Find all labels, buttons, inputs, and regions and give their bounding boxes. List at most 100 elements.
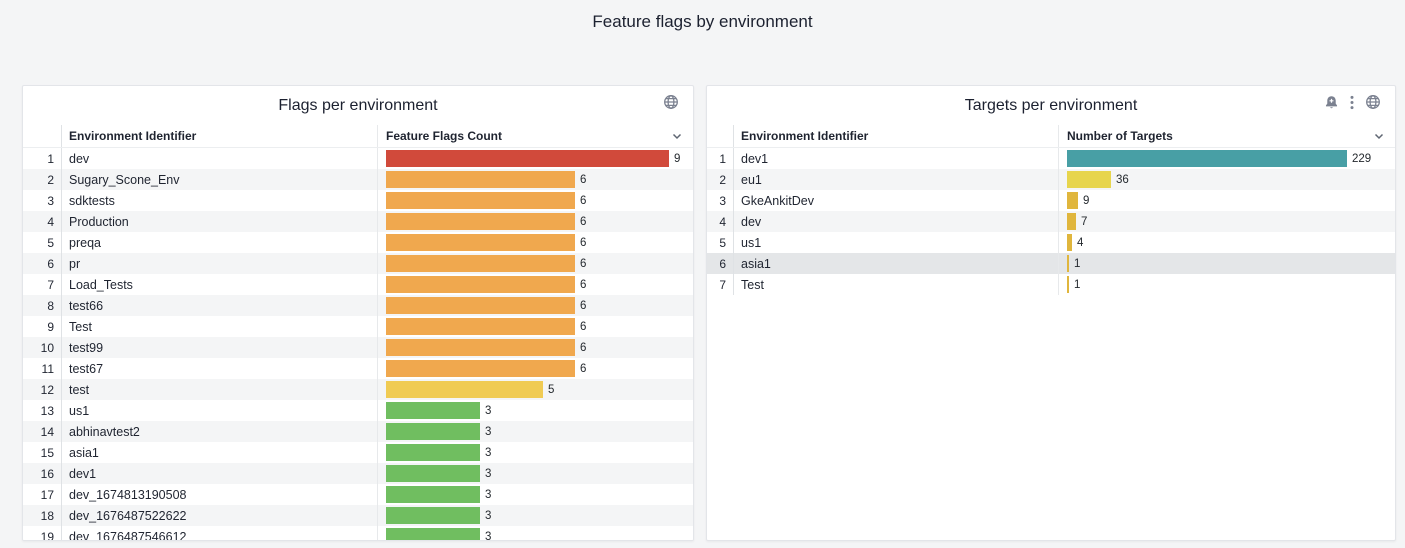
row-index: 9 [23,316,62,337]
row-index: 5 [707,232,734,253]
value-bar [1067,255,1069,272]
environment-name: dev [62,148,378,169]
bar-cell: 6 [378,358,693,379]
value-bar [386,318,575,335]
value-bar [386,339,575,356]
table-row: 2 eu1 36 [707,169,1395,190]
row-index: 6 [707,253,734,274]
globe-icon[interactable] [1365,94,1381,110]
bell-plus-icon[interactable] [1324,95,1339,110]
row-index: 19 [23,526,62,541]
bar-cell: 6 [378,169,693,190]
row-index: 2 [23,169,62,190]
environment-name: test99 [62,337,378,358]
chevron-down-icon[interactable] [671,130,683,145]
table-body: 1 dev 9 2 Sugary_Scone_Env 6 3 sdktests … [23,148,693,541]
value-bar [386,234,575,251]
row-index-header [707,125,734,147]
table-row: 13 us1 3 [23,400,693,421]
value-bar [1067,213,1076,230]
bar-value-label: 229 [1352,153,1371,165]
bar-cell: 3 [378,505,693,526]
row-index: 18 [23,505,62,526]
bar-value-label: 3 [485,531,491,542]
row-index: 6 [23,253,62,274]
table-row: 10 test99 6 [23,337,693,358]
table-header: Environment Identifier Number of Targets [707,125,1395,148]
value-bar [386,402,480,419]
row-index: 3 [23,190,62,211]
bar-value-label: 6 [580,174,586,186]
environment-name: Load_Tests [62,274,378,295]
value-bar [1067,234,1072,251]
row-index: 12 [23,379,62,400]
value-bar [1067,171,1111,188]
environment-name: us1 [734,232,1059,253]
value-bar [386,150,669,167]
bar-cell: 4 [1059,232,1395,253]
bar-cell: 3 [378,526,693,541]
column-header-environment-identifier[interactable]: Environment Identifier [734,125,1059,147]
panel-flags-per-environment: Flags per environment Environment Identi… [22,85,694,541]
bar-value-label: 1 [1074,279,1080,291]
kebab-menu-icon[interactable] [1350,95,1354,110]
panel-title[interactable]: Flags per environment [278,97,437,115]
bar-cell: 36 [1059,169,1395,190]
environment-name: dev_1674813190508 [62,484,378,505]
table-row: 7 Test 1 [707,274,1395,295]
table-row: 6 pr 6 [23,253,693,274]
row-index: 5 [23,232,62,253]
environment-name: Production [62,211,378,232]
table-row: 9 Test 6 [23,316,693,337]
panel-targets-per-environment: Targets per environment [706,85,1396,541]
bar-value-label: 6 [580,363,586,375]
bar-value-label: 6 [580,279,586,291]
row-index: 11 [23,358,62,379]
bar-value-label: 6 [580,342,586,354]
bar-cell: 1 [1059,274,1395,295]
table-row: 3 sdktests 6 [23,190,693,211]
environment-name: dev1 [62,463,378,484]
bar-value-label: 6 [580,321,586,333]
environment-name: abhinavtest2 [62,421,378,442]
value-bar [386,528,480,541]
column-header-environment-identifier[interactable]: Environment Identifier [62,125,378,147]
table-row: 11 test67 6 [23,358,693,379]
environment-name: us1 [62,400,378,421]
row-index: 1 [23,148,62,169]
bar-cell: 3 [378,463,693,484]
row-index: 14 [23,421,62,442]
table-row: 18 dev_1676487522622 3 [23,505,693,526]
value-bar [386,465,480,482]
bar-cell: 6 [378,316,693,337]
environment-name: test [62,379,378,400]
bar-cell: 6 [378,211,693,232]
environment-name: preqa [62,232,378,253]
panel-title[interactable]: Targets per environment [965,97,1138,115]
row-index: 10 [23,337,62,358]
chevron-down-icon[interactable] [1373,130,1385,145]
environment-name: pr [62,253,378,274]
value-bar [386,192,575,209]
bar-cell: 3 [378,421,693,442]
globe-icon[interactable] [663,94,679,110]
environment-name: Sugary_Scone_Env [62,169,378,190]
value-bar [1067,150,1347,167]
bar-cell: 6 [378,253,693,274]
page-title: Feature flags by environment [0,12,1405,32]
value-bar [386,360,575,377]
value-bar [386,171,575,188]
value-bar [386,507,480,524]
bar-value-label: 5 [548,384,554,396]
value-bar [1067,192,1078,209]
column-header-feature-flags-count[interactable]: Feature Flags Count [378,125,693,147]
environment-name: Test [734,274,1059,295]
bar-value-label: 3 [485,489,491,501]
column-header-number-of-targets[interactable]: Number of Targets [1059,125,1395,147]
environment-name: dev1 [734,148,1059,169]
row-index: 17 [23,484,62,505]
bar-value-label: 7 [1081,216,1087,228]
bar-cell: 3 [378,442,693,463]
table-row: 2 Sugary_Scone_Env 6 [23,169,693,190]
value-bar [1067,276,1069,293]
